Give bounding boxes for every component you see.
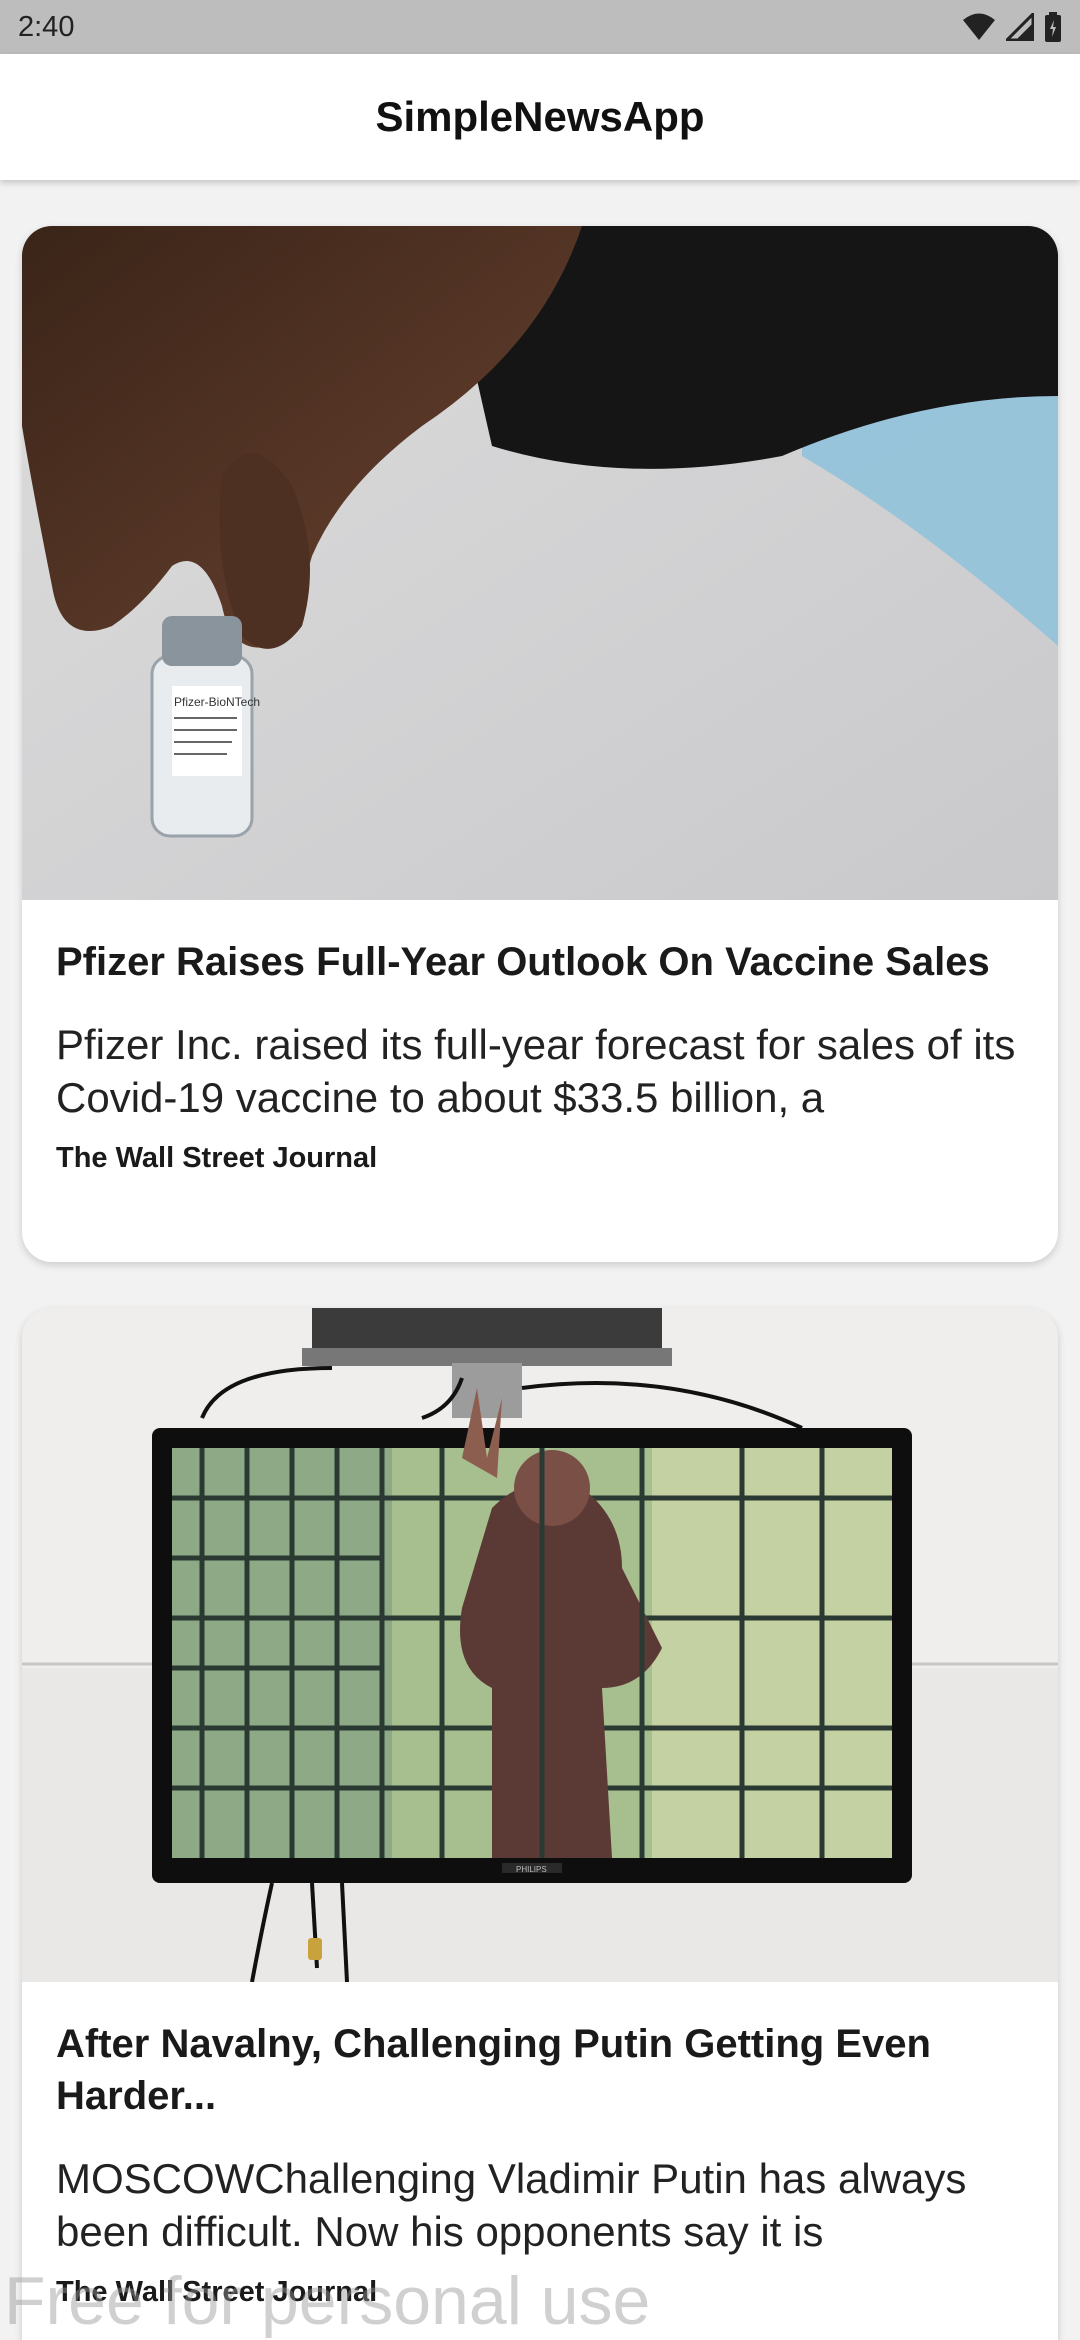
article-title[interactable]: Pfizer Raises Full-Year Outlook On Vacci…	[56, 936, 1024, 988]
article-description: Pfizer Inc. raised its full-year forecas…	[56, 1021, 1016, 1121]
article-title[interactable]: After Navalny, Challenging Putin Getting…	[56, 2018, 1024, 2122]
status-time: 2:40	[18, 10, 75, 43]
app-title: SimpleNewsApp	[375, 93, 705, 140]
article-description: MOSCOWChallenging Vladimir Putin has alw…	[56, 2155, 967, 2255]
news-feed[interactable]: Pfizer-BioNTech Pfizer Raises Full-Year …	[0, 180, 1080, 2340]
status-icons	[962, 12, 1062, 42]
tv-brand-label: PHILIPS	[516, 1865, 547, 1874]
article-image: Pfizer-BioNTech	[22, 226, 1058, 900]
article-card[interactable]: PHILIPS After Navalny, Challenging Putin…	[22, 1308, 1058, 2340]
article-source: The Wall Street Journal	[56, 1142, 378, 1174]
article-image: PHILIPS	[22, 1308, 1058, 1982]
battery-icon	[1044, 12, 1062, 42]
app-bar: SimpleNewsApp	[0, 54, 1080, 180]
status-bar: 2:40	[0, 0, 1080, 54]
cellular-signal-icon	[1006, 13, 1034, 41]
wifi-icon	[962, 13, 996, 41]
vial-label: Pfizer-BioNTech	[174, 695, 260, 709]
article-source: The Wall Street Journal	[56, 2276, 378, 2308]
article-card[interactable]: Pfizer-BioNTech Pfizer Raises Full-Year …	[22, 226, 1058, 1262]
